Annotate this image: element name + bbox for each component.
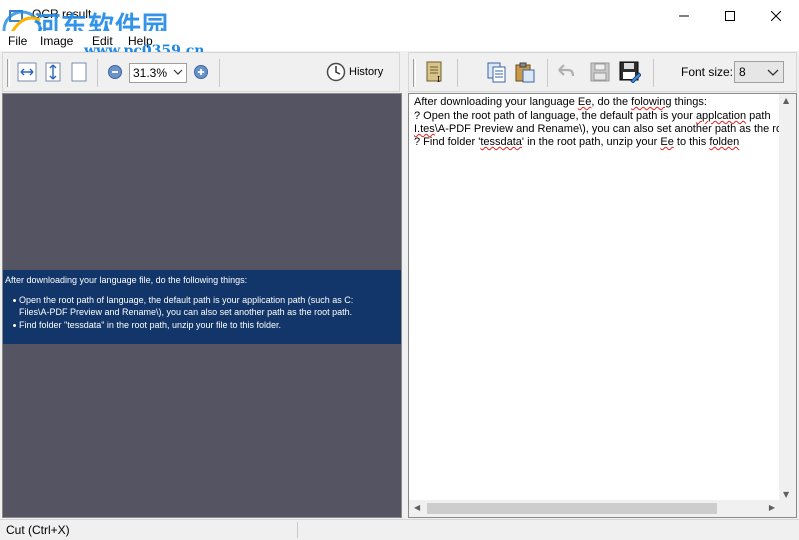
document-text-icon: I [426,61,442,83]
close-icon [771,10,781,21]
title-bar: OCR result 河东软件园 [0,0,799,50]
fit-page-button[interactable] [67,60,91,84]
image-toolbar: 31.3% History [2,52,400,92]
ocr-text-editor[interactable]: After downloading your language Ee, do t… [408,93,797,518]
status-separator [297,522,298,538]
zoom-in-button[interactable] [189,60,213,84]
minimize-button[interactable] [661,0,707,31]
chevron-down-icon [173,69,183,75]
toolbar-separator [457,59,458,87]
toolbar-separator [653,59,654,87]
toolbar-grip[interactable] [413,59,416,87]
svg-text:I: I [437,75,440,83]
zoom-select[interactable]: 31.3% [129,63,187,83]
font-size-label: Font size: [681,65,734,79]
scrollbar-corner [779,500,796,517]
status-bar: Cut (Ctrl+X) [0,519,799,540]
misspelled-word: I.tes [414,123,435,135]
undo-button[interactable] [554,60,578,84]
misspelled-word: Ee [660,136,674,148]
close-button[interactable] [753,0,799,31]
text-run: path [746,110,771,122]
text-run: ? Open the root path of language, the de… [414,110,696,122]
zoom-value: 31.3% [133,66,168,80]
maximize-icon [725,10,735,21]
text-run: ? Find folder ' [414,136,481,148]
font-size-select[interactable]: 8 [734,61,784,83]
history-button[interactable]: History [326,60,392,84]
page-icon [71,62,87,82]
save-as-icon [619,61,641,83]
ocr-text-line: I.tes\A-PDF Preview and Rename\), you ca… [414,123,782,135]
misspelled-word: Ee [577,96,592,108]
chevron-down-icon [767,69,779,76]
fit-height-button[interactable] [41,60,65,84]
undo-icon [558,64,575,77]
ocr-text-line: ? Find folder 'tessdata' in the root pat… [414,136,739,148]
text-run: things: [671,96,707,108]
zoom-in-icon [194,65,208,79]
copy-icon [487,62,506,83]
scroll-left-arrow-icon[interactable]: ◀ [414,503,420,512]
zoom-out-button[interactable] [103,60,127,84]
ocr-text-line: ? Open the root path of language, the de… [414,110,771,122]
horizontal-scrollbar[interactable]: ◀ ▶ [409,500,779,517]
minimize-icon [679,15,689,16]
preview-bullet1-line2: Files\A-PDF Preview and Rename\), you ca… [19,307,353,317]
toolbar-separator [219,59,220,87]
menu-file[interactable]: File [8,34,27,48]
save-button[interactable] [588,60,612,84]
text-properties-button[interactable]: I [423,60,447,84]
text-toolbar: I Font size: 8 [408,52,797,92]
scroll-up-arrow-icon[interactable]: ▲ [783,96,789,105]
text-run: , do the [591,96,632,108]
fit-height-icon [45,62,61,82]
document-image: After downloading your language file, do… [3,270,401,344]
paste-button[interactable] [513,60,537,84]
history-label: History [349,66,384,78]
text-run: to this [673,136,710,148]
maximize-button[interactable] [707,0,753,31]
zoom-out-icon [108,65,122,79]
text-run: After downloading your language [414,96,578,108]
history-clock-icon [326,62,346,82]
scroll-down-arrow-icon[interactable]: ▼ [783,490,789,499]
bullet-dot [13,299,16,302]
ocr-text-line: After downloading your language Ee, do t… [414,96,707,108]
paste-icon [515,62,535,83]
preview-header-text: After downloading your language file, do… [5,275,248,285]
scroll-right-arrow-icon[interactable]: ▶ [769,503,775,512]
vertical-scrollbar[interactable]: ▲ ▼ [779,94,796,501]
preview-bullet1-line1: Open the root path of language, the defa… [19,295,354,305]
fit-width-button[interactable] [15,60,39,84]
horizontal-scroll-thumb[interactable] [427,503,717,514]
copy-button[interactable] [485,60,509,84]
misspelled-word: folowing [631,96,672,108]
floppy-disk-icon [590,62,610,82]
toolbar-grip[interactable] [7,59,10,87]
misspelled-word: tessdata [480,136,522,148]
save-as-button[interactable] [618,60,642,84]
toolbar-separator [547,59,548,87]
fit-width-icon [17,62,37,82]
image-preview-panel[interactable]: After downloading your language file, do… [2,93,402,518]
text-run: ' in the root path, unzip your [521,136,661,148]
toolbar-separator [97,59,98,87]
bullet-dot [13,324,16,327]
misspelled-word: applcation [695,110,747,122]
misspelled-word: folden [709,136,740,148]
menu-image[interactable]: Image [40,34,73,48]
preview-bullet2: Find folder "tessdata" in the root path,… [19,320,282,330]
status-text: Cut (Ctrl+X) [6,523,70,537]
text-run: \A-PDF Preview and Rename\), you can als… [434,123,783,135]
font-size-value: 8 [739,65,746,79]
